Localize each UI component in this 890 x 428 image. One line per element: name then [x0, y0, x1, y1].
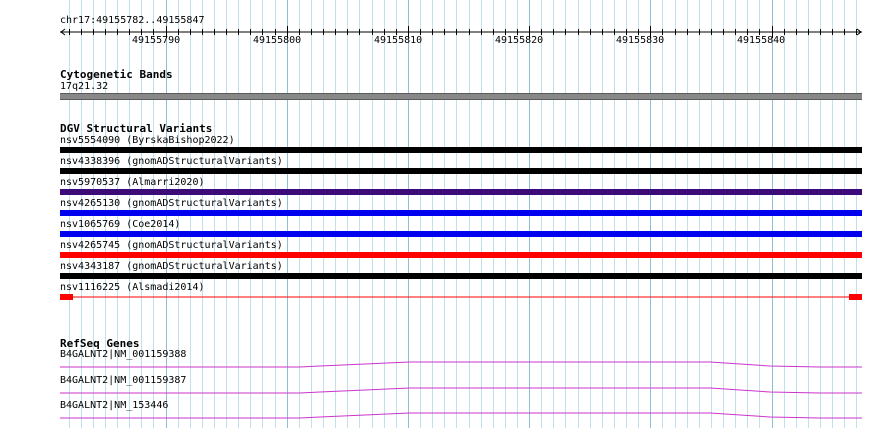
gene-intron-line[interactable]: [60, 386, 862, 396]
track-title-dgv: DGV Structural Variants: [60, 122, 213, 135]
variant-feature[interactable]: [60, 168, 862, 174]
ruler-tick-label: 49155830: [616, 35, 665, 46]
variant-label[interactable]: nsv4343187 (gnomADStructuralVariants): [60, 261, 283, 273]
variant-label[interactable]: nsv4265130 (gnomADStructuralVariants): [60, 198, 283, 210]
gene-intron-line[interactable]: [60, 360, 862, 370]
gene-intron-line[interactable]: [60, 411, 862, 421]
ruler-tick-label: 49155800: [253, 35, 302, 46]
variant-block-right: [849, 294, 862, 300]
variant-label[interactable]: nsv5554090 (ByrskaBishop2022): [60, 135, 235, 147]
ruler-tick-label: 49155840: [737, 35, 786, 46]
ruler-tick-label: 49155820: [495, 35, 544, 46]
variant-feature[interactable]: [60, 273, 862, 279]
variant-label[interactable]: nsv4265745 (gnomADStructuralVariants): [60, 240, 283, 252]
variant-label[interactable]: nsv5970537 (Almarri2020): [60, 177, 205, 189]
cytoband-feature[interactable]: [60, 93, 862, 100]
cytoband-label: 17q21.32: [60, 81, 109, 92]
variant-feature[interactable]: [60, 252, 862, 258]
variant-feature[interactable]: [60, 189, 862, 195]
ruler-tick-label: 49155810: [374, 35, 423, 46]
variant-label[interactable]: nsv1065769 (Coe2014): [60, 219, 180, 231]
variant-block-left: [60, 294, 73, 300]
variant-feature[interactable]: [60, 210, 862, 216]
variant-label[interactable]: nsv4338396 (gnomADStructuralVariants): [60, 156, 283, 168]
ruler-tick-label: 49155790: [132, 35, 181, 46]
variant-feature[interactable]: [60, 231, 862, 237]
variant-feature[interactable]: [60, 147, 862, 153]
genome-browser-view: chr17:49155782..49155847 49155790 491558…: [0, 0, 890, 428]
variant-feature-split[interactable]: [60, 292, 862, 302]
track-title-cytobands: Cytogenetic Bands: [60, 68, 173, 81]
